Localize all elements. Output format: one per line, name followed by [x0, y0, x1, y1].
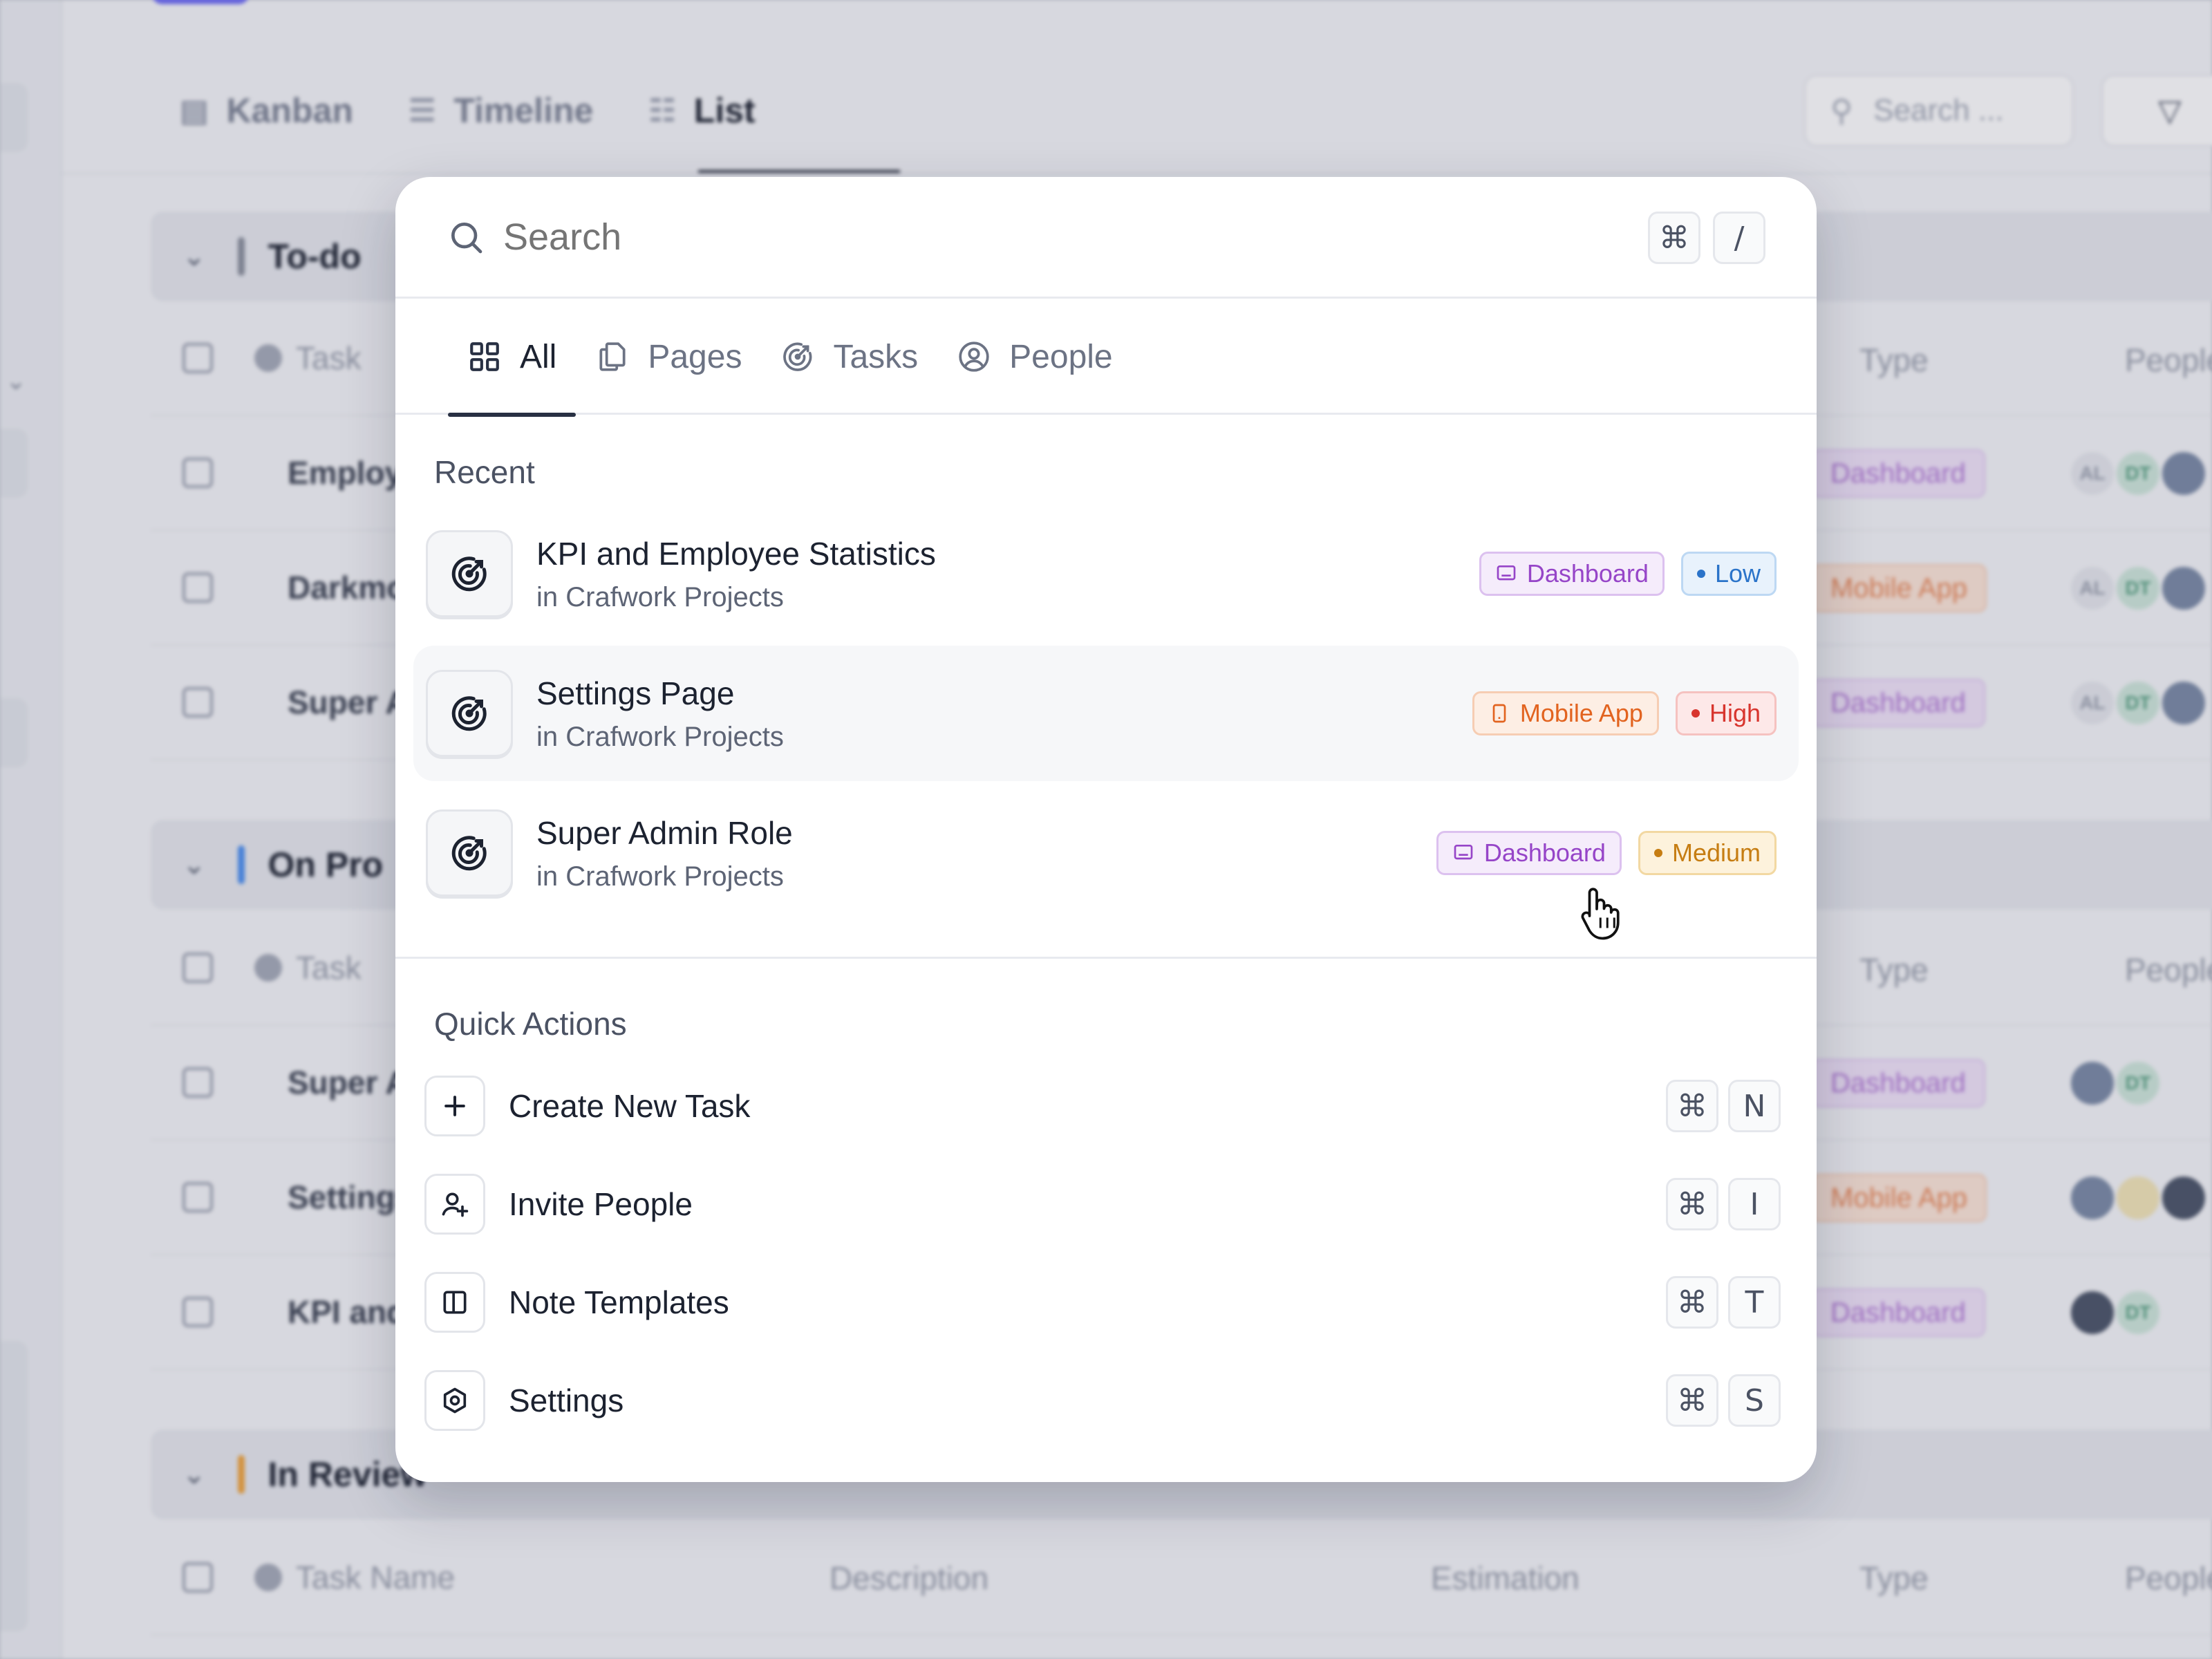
grid-icon — [470, 342, 499, 371]
type-badge: Dashboard — [1436, 831, 1622, 875]
template-icon — [424, 1272, 485, 1333]
tab-label: All — [520, 338, 557, 375]
tab-label: Tasks — [833, 338, 919, 375]
search-bar: ⌘ / — [395, 177, 1817, 299]
settings-icon — [424, 1370, 485, 1431]
user-plus-icon — [424, 1174, 485, 1235]
priority-badge: High — [1675, 691, 1777, 735]
priority-badge: Medium — [1638, 831, 1777, 875]
tab-pages[interactable]: Pages — [576, 299, 761, 415]
section-divider — [395, 957, 1817, 959]
mobile-icon — [1492, 704, 1506, 723]
priority-dot — [1696, 570, 1705, 578]
kbd-key: ⌘ — [1666, 1276, 1718, 1329]
priority-label: High — [1709, 699, 1761, 727]
filter-tabs: All Pages Tasks People — [395, 299, 1817, 417]
priority-dot — [1691, 709, 1700, 718]
user-circle-icon — [959, 341, 989, 372]
target-icon — [426, 530, 513, 617]
kbd-key: T — [1728, 1276, 1781, 1329]
action-label: Settings — [509, 1382, 624, 1418]
kbd-key: I — [1728, 1178, 1781, 1230]
target-icon — [426, 670, 513, 757]
action-invite-people[interactable]: Invite People ⌘ I — [413, 1163, 1799, 1246]
action-shortcut: ⌘ N — [1666, 1080, 1781, 1132]
kbd-key: ⌘ — [1666, 1178, 1718, 1230]
tab-label: People — [1009, 338, 1113, 375]
search-icon — [451, 222, 482, 253]
recent-result[interactable]: KPI and Employee Statistics in Crafwork … — [413, 506, 1799, 641]
priority-label: Medium — [1671, 838, 1761, 867]
hand-pointer-cursor-icon — [1581, 888, 1620, 940]
result-title: Super Admin Role — [536, 814, 793, 851]
kbd-key: ⌘ — [1648, 212, 1700, 264]
action-create-new-task[interactable]: Create New Task ⌘ N — [413, 1065, 1799, 1147]
priority-badge: Low — [1680, 552, 1777, 596]
search-shortcut: ⌘ / — [1648, 212, 1765, 264]
result-subtitle: in Crafwork Projects — [536, 861, 784, 892]
action-settings[interactable]: Settings ⌘ S — [413, 1359, 1799, 1442]
action-shortcut: ⌘ S — [1666, 1374, 1781, 1427]
section-label-quick-actions: Quick Actions — [434, 1006, 627, 1042]
result-title: Settings Page — [536, 675, 735, 711]
type-label: Mobile App — [1519, 699, 1643, 727]
section-label-recent: Recent — [434, 454, 535, 490]
result-subtitle: in Crafwork Projects — [536, 721, 784, 752]
type-badge: Mobile App — [1472, 691, 1659, 735]
action-label: Invite People — [509, 1186, 693, 1222]
action-label: Note Templates — [509, 1284, 729, 1320]
plus-icon — [424, 1076, 485, 1136]
kbd-key: ⌘ — [1666, 1374, 1718, 1427]
kbd-key: ⌘ — [1666, 1080, 1718, 1132]
action-label: Create New Task — [509, 1088, 751, 1124]
type-badge: Dashboard — [1479, 552, 1665, 596]
type-label: Dashboard — [1483, 838, 1606, 867]
search-input[interactable] — [503, 215, 1540, 259]
action-note-templates[interactable]: Note Templates ⌘ T — [413, 1261, 1799, 1344]
tab-all[interactable]: All — [448, 299, 577, 417]
tab-people[interactable]: People — [937, 299, 1132, 415]
kbd-key: N — [1728, 1080, 1781, 1132]
tab-tasks[interactable]: Tasks — [761, 299, 937, 415]
recent-result[interactable]: Settings Page in Crafwork Projects Mobil… — [413, 646, 1799, 781]
type-label: Dashboard — [1526, 559, 1649, 588]
priority-dot — [1653, 849, 1662, 857]
kbd-key: / — [1713, 212, 1765, 264]
tab-label: Pages — [648, 338, 742, 375]
result-title: KPI and Employee Statistics — [536, 535, 936, 572]
dashboard-icon — [1497, 565, 1516, 581]
command-palette: ⌘ / All Pages Tasks People Recent KPI an… — [395, 177, 1817, 1482]
result-subtitle: in Crafwork Projects — [536, 581, 784, 612]
action-shortcut: ⌘ I — [1666, 1178, 1781, 1230]
action-shortcut: ⌘ T — [1666, 1276, 1781, 1329]
priority-label: Low — [1714, 559, 1761, 588]
kbd-key: S — [1728, 1374, 1781, 1427]
target-icon — [783, 342, 812, 371]
dashboard-icon — [1454, 845, 1473, 860]
target-icon — [426, 809, 513, 897]
pages-icon — [599, 342, 626, 371]
